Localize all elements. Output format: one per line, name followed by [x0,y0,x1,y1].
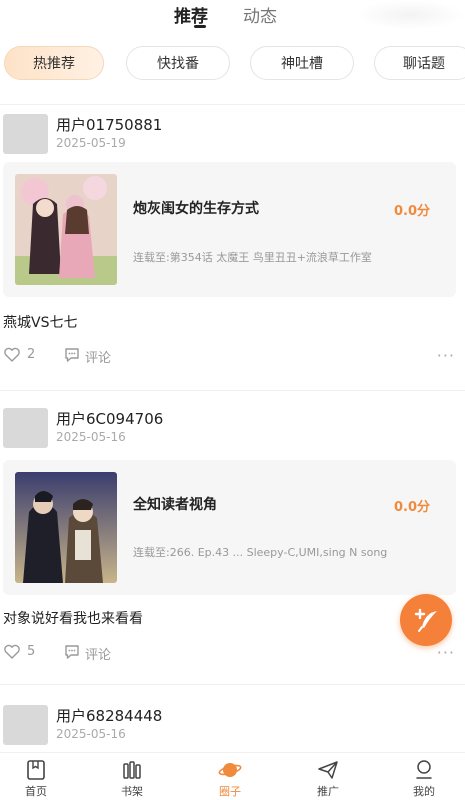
chip-hot-recommend[interactable]: 热推荐 [4,46,104,80]
book-title: 炮灰闺女的生存方式 [133,201,259,217]
post-actions: 5 评论 ··· [3,643,463,663]
nav-circle[interactable]: 圈子 [200,759,260,799]
like-count: 2 [27,347,36,362]
chip-topics[interactable]: 聊话题 [374,46,465,80]
bookshelf-icon [123,761,141,779]
book-chapter: 连载至:第354话 太魔王 鸟里丑丑+流浪草工作室 [133,251,372,264]
tab-dynamic[interactable]: 动态 [243,2,277,27]
more-options-icon[interactable]: ··· [437,346,455,365]
bottom-nav: 首页 书架 圈子 推广 我的 [0,752,465,800]
post-item: 用户6C094706 2025-05-16 全知读者视角 0.0分 连载至:26… [0,408,465,668]
comment-icon[interactable] [63,346,81,364]
divider [0,390,465,391]
post-text: 对象说好看我也来看看 [3,611,143,627]
post-date: 2025-05-16 [56,430,126,444]
nav-home[interactable]: 首页 [6,759,66,799]
category-chips: 热推荐 快找番 神吐槽 聊话题 [0,46,465,82]
book-card[interactable]: 炮灰闺女的生存方式 0.0分 连载至:第354话 太魔王 鸟里丑丑+流浪草工作室 [3,162,456,297]
divider [0,104,465,105]
avatar[interactable] [3,114,48,154]
avatar[interactable] [3,705,48,745]
post-text: 燕城VS七七 [3,315,78,331]
comment-button[interactable]: 评论 [85,644,111,663]
feather-pen-icon [414,608,437,632]
post-item: 用户01750881 2025-05-19 炮灰闺女的生存方式 0.0分 连载至… [0,114,465,374]
more-options-icon[interactable]: ··· [437,643,455,662]
nav-label: 推广 [317,785,339,798]
profile-icon [416,760,432,779]
username[interactable]: 用户01750881 [56,114,162,135]
home-icon [27,760,45,780]
tab-recommend[interactable]: 推荐 [174,2,208,27]
tab-underline [194,25,206,28]
nav-label: 圈子 [219,785,241,798]
post-date: 2025-05-19 [56,136,126,150]
top-tab-bar: 推荐 动态 [0,0,465,36]
comment-button[interactable]: 评论 [85,347,111,366]
username[interactable]: 用户68284448 [56,705,162,726]
book-title: 全知读者视角 [133,497,217,513]
book-cover [15,174,117,285]
nav-label: 我的 [413,785,435,798]
like-count: 5 [27,644,36,659]
book-card[interactable]: 全知读者视角 0.0分 连载至:266. Ep.43 ... Sleepy-C,… [3,460,456,595]
like-icon[interactable] [3,346,21,364]
post-actions: 2 评论 ··· [3,346,463,366]
username[interactable]: 用户6C094706 [56,408,163,429]
planet-icon [218,763,242,777]
nav-label: 书架 [121,785,143,798]
book-cover [15,472,117,583]
chip-roast[interactable]: 神吐槽 [250,46,354,80]
paper-plane-icon [318,761,338,779]
divider [0,684,465,685]
book-score: 0.0分 [393,500,430,515]
chip-quick-find[interactable]: 快找番 [126,46,230,80]
nav-promote[interactable]: 推广 [298,759,358,799]
header-decoration [355,0,465,30]
like-icon[interactable] [3,643,21,661]
book-chapter: 连载至:266. Ep.43 ... Sleepy-C,UMI,sing N s… [133,546,388,559]
nav-bookshelf[interactable]: 书架 [102,759,162,799]
post-item: 用户68284448 2025-05-16 [0,705,465,751]
avatar[interactable] [3,408,48,448]
nav-profile[interactable]: 我的 [394,759,454,799]
nav-label: 首页 [25,785,47,798]
create-post-button[interactable] [400,594,452,646]
book-score: 0.0分 [393,204,430,219]
comment-icon[interactable] [63,643,81,661]
post-date: 2025-05-16 [56,727,126,741]
